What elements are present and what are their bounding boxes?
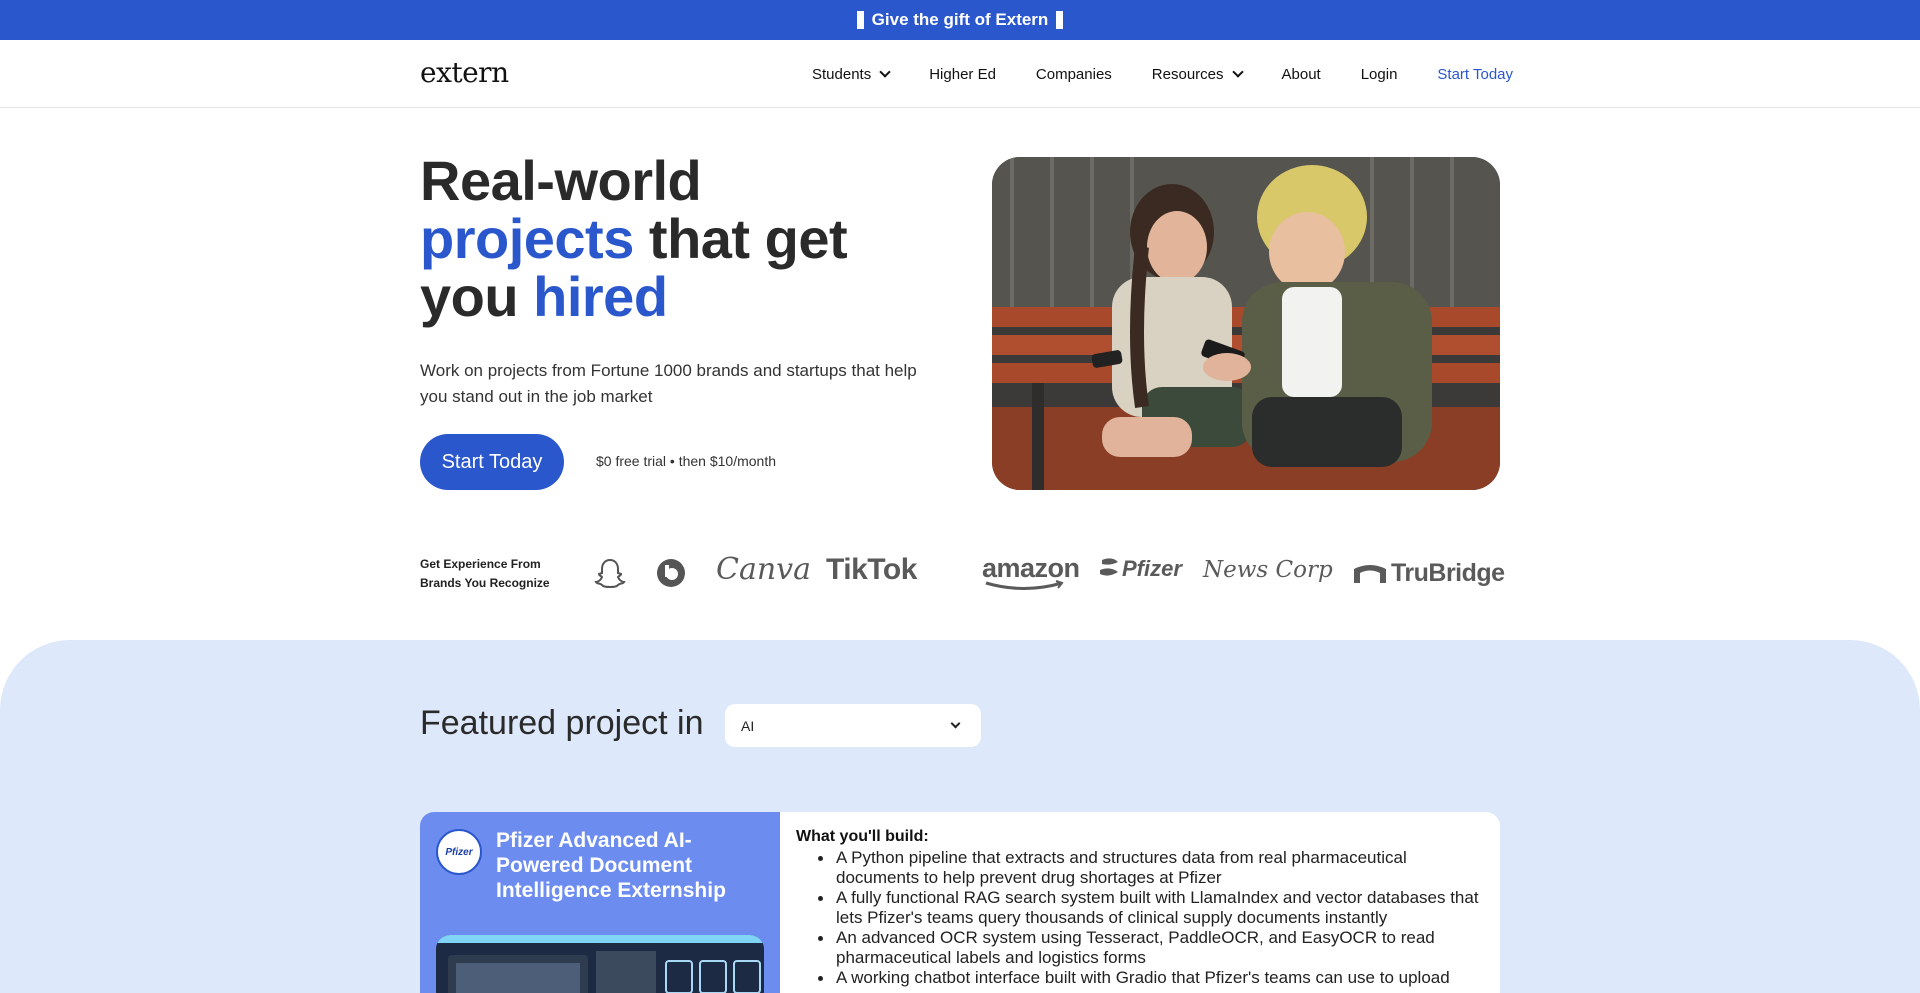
start-today-button[interactable]: Start Today xyxy=(420,434,564,490)
project-details: What you'll build: A Python pipeline tha… xyxy=(796,828,1486,988)
what-youll-build-heading: What you'll build: xyxy=(796,828,929,845)
news-corp-logo: News Corp xyxy=(1203,557,1333,583)
chevron-down-icon xyxy=(879,66,891,78)
chevron-down-icon xyxy=(950,718,961,729)
nav-item-label: Higher Ed xyxy=(929,65,996,83)
list-item: A fully functional RAG search system bui… xyxy=(818,888,1486,928)
category-select-value: AI xyxy=(741,717,755,734)
chevron-down-icon xyxy=(1231,66,1244,78)
nav-item-about[interactable]: About xyxy=(1282,66,1321,83)
list-item: A Python pipeline that extracts and stru… xyxy=(818,848,1486,888)
tiktok-logo: TikTok xyxy=(826,553,917,586)
hero-title-part: Real-world xyxy=(420,149,702,212)
hero-subtitle: Work on projects from Fortune 1000 brand… xyxy=(420,361,917,406)
nav-item-label: Resources xyxy=(1151,65,1224,83)
hero-title-part: you xyxy=(420,265,519,328)
project-title[interactable]: Pfizer Advanced AI-Powered Document Inte… xyxy=(496,828,766,903)
brands-label: Get Experience From Brands You Recognize xyxy=(420,557,550,590)
trial-pricing-text: $0 free trial • then $10/month xyxy=(596,453,777,469)
pfizer-logo: Pfizer xyxy=(1098,556,1182,582)
nav-item-resources[interactable]: Resources xyxy=(1151,65,1244,83)
nav-item-label: About xyxy=(1281,65,1321,83)
list-item: An advanced OCR system using Tesseract, … xyxy=(818,928,1486,968)
gift-icon xyxy=(856,11,864,29)
beats-logo xyxy=(655,557,687,589)
hero-title: Real-world projects that get you hired xyxy=(420,152,940,326)
list-item: A working chatbot interface built with G… xyxy=(818,968,1486,988)
project-card[interactable]: Pfizer Pfizer Advanced AI-Powered Docume… xyxy=(420,812,1500,993)
canva-logo: Canva xyxy=(716,552,811,587)
nav-item-label: Students xyxy=(812,65,872,83)
promo-banner-text: Give the gift of Extern xyxy=(871,10,1049,29)
nav-cta-label: Start Today xyxy=(1437,65,1514,83)
hero-title-highlight: projects xyxy=(420,207,634,270)
nav-item-companies[interactable]: Companies xyxy=(1036,66,1112,83)
hero-title-highlight: hired xyxy=(533,265,668,328)
nav-item-label: Companies xyxy=(1035,65,1112,83)
hero-title-part: that get xyxy=(648,207,848,270)
pfizer-company-logo: Pfizer xyxy=(436,829,482,875)
promo-banner[interactable]: Give the gift of Extern xyxy=(0,0,1920,40)
nav-start-today-link[interactable]: Start Today xyxy=(1437,66,1513,83)
build-list: A Python pipeline that extracts and stru… xyxy=(796,848,1486,988)
top-navigation: extern Students Higher Ed Companies Reso… xyxy=(0,40,1920,108)
snapchat-logo xyxy=(594,557,626,589)
nav-item-label: Login xyxy=(1360,65,1398,83)
nav-item-login[interactable]: Login xyxy=(1361,66,1398,83)
nav-links: Students Higher Ed Companies Resources A… xyxy=(812,40,1513,108)
extern-logo[interactable]: extern xyxy=(420,56,509,89)
nav-item-higher-ed[interactable]: Higher Ed xyxy=(929,66,996,83)
gift-icon xyxy=(1056,11,1064,29)
project-card-header: Pfizer Pfizer Advanced AI-Powered Docume… xyxy=(420,812,780,993)
category-select[interactable]: AI xyxy=(725,704,981,747)
hero-photo-students-on-bench xyxy=(992,157,1500,490)
featured-heading: Featured project in xyxy=(420,704,704,742)
amazon-logo: amazon xyxy=(982,553,1080,590)
project-thumbnail xyxy=(436,935,764,993)
nav-item-students[interactable]: Students xyxy=(812,65,891,83)
trubridge-logo: TruBridge xyxy=(1352,559,1505,588)
